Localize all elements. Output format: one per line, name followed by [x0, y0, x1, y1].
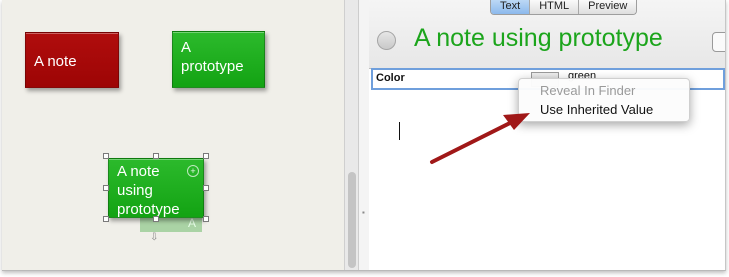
context-menu: Reveal In Finder Use Inherited Value	[518, 78, 690, 122]
scrollbar-thumb[interactable]	[348, 172, 356, 268]
selection-handle[interactable]	[203, 185, 209, 191]
canvas-scrollbar[interactable]	[344, 0, 359, 270]
note-label: A note	[34, 53, 77, 70]
view-mode-tabs: Text HTML Preview	[490, 0, 638, 15]
attribute-name: Color	[376, 72, 405, 84]
text-caret	[399, 122, 400, 140]
selection-handle[interactable]	[203, 153, 209, 159]
app-window: A note A prototype A A note using protot…	[2, 0, 726, 271]
expand-plus-icon[interactable]: +	[187, 165, 199, 177]
tab-text[interactable]: Text	[491, 0, 531, 14]
tab-html[interactable]: HTML	[530, 0, 580, 14]
splitter-grip-icon: ▪	[362, 208, 365, 217]
selection-handle[interactable]	[103, 216, 109, 222]
selection-handle[interactable]	[153, 216, 159, 222]
menu-item-reveal-in-finder[interactable]: Reveal In Finder	[519, 81, 689, 100]
note-label: A note using prototype	[117, 163, 180, 218]
note-a-note[interactable]: A note	[25, 32, 119, 88]
text-pane: Text HTML Preview A note using prototype…	[369, 0, 725, 270]
header-button[interactable]	[712, 32, 725, 52]
note-status-icon[interactable]	[377, 31, 396, 50]
selection-handle[interactable]	[103, 153, 109, 159]
menu-item-use-inherited-value[interactable]: Use Inherited Value	[519, 100, 689, 119]
selection-handle[interactable]	[103, 185, 109, 191]
note-a-prototype[interactable]: A prototype	[172, 31, 265, 88]
map-canvas[interactable]: A note A prototype A A note using protot…	[2, 0, 344, 270]
note-label: A prototype	[181, 39, 244, 75]
note-header: Text HTML Preview A note using prototype	[369, 0, 725, 69]
selection-handle[interactable]	[153, 153, 159, 159]
tab-preview[interactable]: Preview	[579, 0, 637, 14]
note-title[interactable]: A note using prototype	[414, 24, 663, 53]
drag-down-arrow-icon: ⇩	[150, 232, 159, 243]
selection-handle[interactable]	[203, 216, 209, 222]
